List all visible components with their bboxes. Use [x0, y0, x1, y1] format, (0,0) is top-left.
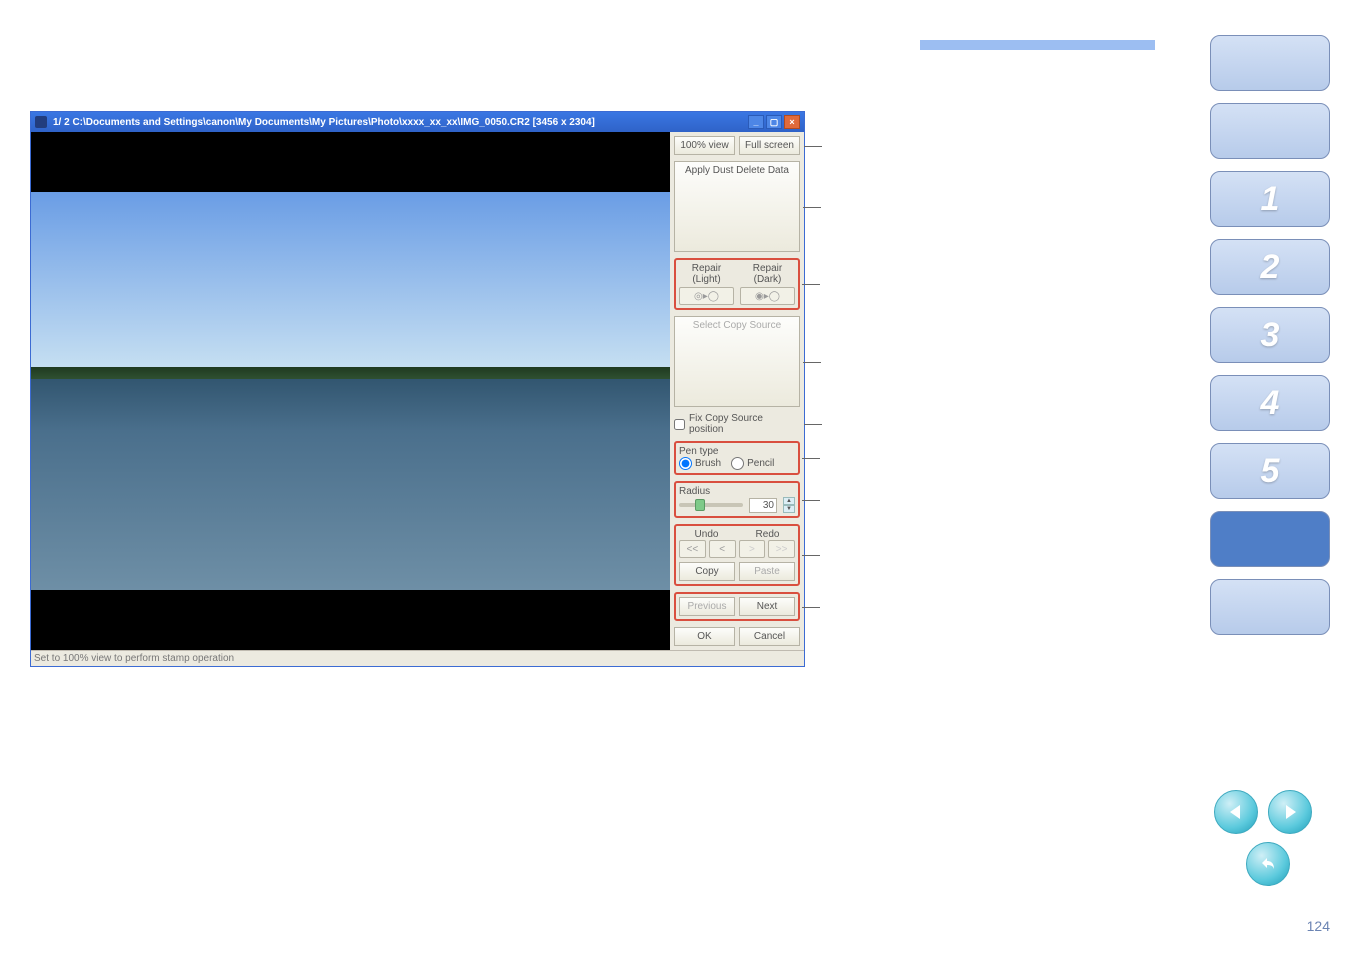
page-number: 124 — [1307, 918, 1330, 934]
next-button[interactable]: Next — [739, 597, 795, 616]
repair-light-icon: ◎▸◯ — [694, 291, 719, 302]
repair-dark-icon: ◉▸◯ — [755, 291, 780, 302]
repair-light-label: Repair (Light) — [679, 263, 734, 285]
pen-brush-input[interactable] — [679, 457, 692, 470]
close-button[interactable]: × — [784, 115, 800, 129]
select-copy-source-button[interactable]: Select Copy Source — [674, 316, 800, 407]
pen-pencil-input[interactable] — [731, 457, 744, 470]
app-icon — [35, 116, 47, 128]
maximize-button[interactable]: ▢ — [766, 115, 782, 129]
apply-dust-delete-button[interactable]: Apply Dust Delete Data — [674, 161, 800, 252]
pen-type-label: Pen type — [679, 446, 795, 457]
status-bar: Set to 100% view to perform stamp operat… — [31, 650, 804, 666]
prev-page-button[interactable] — [1214, 790, 1258, 834]
titlebar: 1/ 2 C:\Documents and Settings\canon\My … — [31, 112, 804, 132]
spinner-down-icon[interactable]: ▼ — [783, 505, 795, 513]
minimize-button[interactable]: _ — [748, 115, 764, 129]
page-nav — [1214, 790, 1312, 834]
radius-spinner[interactable]: ▲ ▼ — [783, 497, 795, 513]
next-page-button[interactable] — [1268, 790, 1312, 834]
history-clipboard-group: Undo Redo << < > >> Copy Paste — [674, 524, 800, 586]
fix-copy-source-label: Fix Copy Source position — [689, 413, 800, 435]
tool-panel: 100% view Full screen Apply Dust Delete … — [670, 132, 804, 650]
undo-label: Undo — [679, 529, 734, 540]
radius-group: Radius 30 ▲ ▼ — [674, 481, 800, 518]
cancel-button[interactable]: Cancel — [739, 627, 800, 646]
spinner-up-icon[interactable]: ▲ — [783, 497, 795, 505]
return-button[interactable] — [1246, 842, 1290, 886]
ok-button[interactable]: OK — [674, 627, 735, 646]
prev-next-group: Previous Next — [674, 592, 800, 621]
radius-slider[interactable] — [679, 503, 743, 507]
image-viewport[interactable] — [31, 132, 670, 650]
undo-one-button[interactable]: < — [709, 540, 736, 558]
previous-button[interactable]: Previous — [679, 597, 735, 616]
repair-light-button[interactable]: ◎▸◯ — [679, 287, 734, 305]
full-screen-button[interactable]: Full screen — [739, 136, 800, 155]
pen-brush-label: Brush — [695, 458, 721, 469]
photo-preview[interactable] — [31, 192, 670, 590]
triangle-left-icon — [1226, 802, 1246, 822]
window-controls: _ ▢ × — [748, 115, 800, 129]
nav-item-3[interactable]: 2 — [1210, 239, 1330, 295]
window-title: 1/ 2 C:\Documents and Settings\canon\My … — [53, 117, 595, 128]
nav-item-4[interactable]: 3 — [1210, 307, 1330, 363]
radius-value[interactable]: 30 — [749, 498, 777, 513]
redo-all-button[interactable]: >> — [768, 540, 795, 558]
fix-copy-source-checkbox[interactable]: Fix Copy Source position — [674, 413, 800, 435]
nav-item-8[interactable] — [1210, 579, 1330, 635]
pen-pencil-radio[interactable]: Pencil — [731, 457, 774, 470]
nav-item-0[interactable] — [1210, 35, 1330, 91]
letterbox-top — [31, 132, 670, 192]
pen-pencil-label: Pencil — [747, 458, 774, 469]
status-text: Set to 100% view to perform stamp operat… — [34, 653, 234, 664]
copy-button[interactable]: Copy — [679, 562, 735, 581]
pen-brush-radio[interactable]: Brush — [679, 457, 721, 470]
view-100-button[interactable]: 100% view — [674, 136, 735, 155]
nav-item-6[interactable]: 5 — [1210, 443, 1330, 499]
app-window: 1/ 2 C:\Documents and Settings\canon\My … — [30, 111, 805, 667]
fix-copy-source-input[interactable] — [674, 419, 685, 430]
nav-item-7-current[interactable] — [1210, 511, 1330, 567]
repair-group: Repair (Light) Repair (Dark) ◎▸◯ ◉▸◯ — [674, 258, 800, 310]
pen-type-group: Pen type Brush Pencil — [674, 441, 800, 475]
repair-dark-label: Repair (Dark) — [740, 263, 795, 285]
letterbox-bottom — [31, 590, 670, 650]
nav-item-2[interactable]: 1 — [1210, 171, 1330, 227]
nav-item-1[interactable] — [1210, 103, 1330, 159]
page-header-rule — [920, 40, 1155, 50]
paste-button[interactable]: Paste — [739, 562, 795, 581]
redo-one-button[interactable]: > — [739, 540, 766, 558]
return-arrow-icon — [1258, 854, 1278, 874]
side-nav: 1 2 3 4 5 — [1210, 35, 1330, 635]
radius-label: Radius — [679, 486, 795, 497]
repair-dark-button[interactable]: ◉▸◯ — [740, 287, 795, 305]
undo-all-button[interactable]: << — [679, 540, 706, 558]
triangle-right-icon — [1280, 802, 1300, 822]
nav-item-5[interactable]: 4 — [1210, 375, 1330, 431]
radius-slider-thumb[interactable] — [695, 499, 705, 511]
redo-label: Redo — [740, 529, 795, 540]
